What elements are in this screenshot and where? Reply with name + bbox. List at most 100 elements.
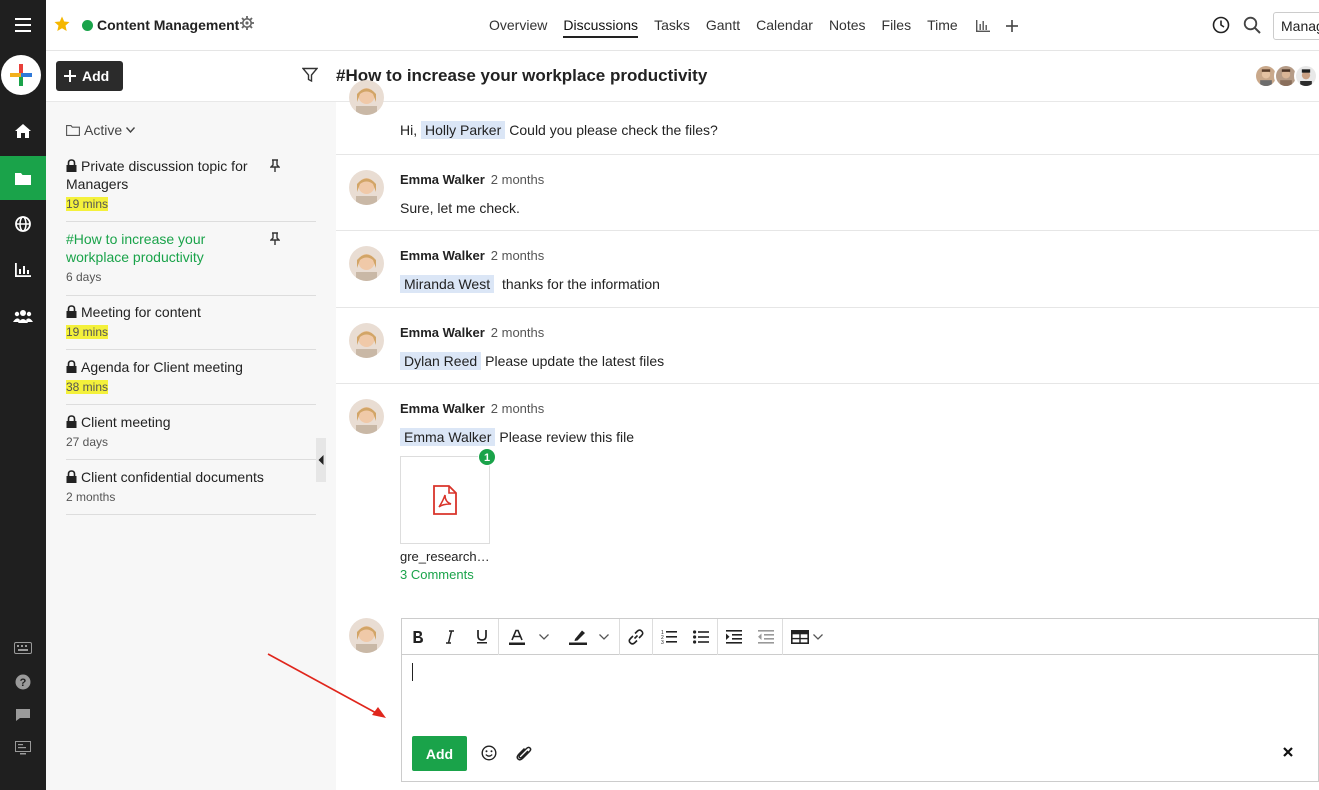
topic-time: 38 mins [66, 380, 109, 394]
top-bar: Content Management Overview Discussions … [46, 0, 1319, 51]
add-comment-button[interactable]: Add [412, 736, 467, 771]
author-name[interactable]: Emma Walker [400, 325, 485, 340]
topic-title: #How to increase your workplace producti… [336, 66, 708, 85]
search-icon[interactable] [1243, 16, 1261, 37]
message: Emma Walker 2 months Sure, let me check. [336, 155, 1319, 231]
project-tabs: Overview Discussions Tasks Gantt Calenda… [481, 0, 1024, 51]
message-time: 2 months [490, 401, 545, 416]
underline-icon[interactable] [466, 619, 498, 655]
avatar [349, 170, 384, 205]
user-mention[interactable]: Dylan Reed [400, 352, 482, 370]
message-text: Please update the latest files [485, 353, 665, 369]
avatar [349, 80, 384, 115]
avatar [1294, 64, 1318, 88]
text-color-picker[interactable] [499, 619, 559, 655]
user-mention[interactable]: Miranda West [400, 275, 495, 293]
globe-icon[interactable] [0, 202, 46, 246]
manage-dropdown[interactable]: Manage [1273, 12, 1319, 40]
indent-icon[interactable] [718, 619, 750, 655]
tab-gantt[interactable]: Gantt [698, 0, 748, 51]
topic-item[interactable]: Agenda for Client meeting 38 mins [66, 358, 316, 405]
topic-name-text: Agenda for Client meeting [81, 359, 243, 375]
lock-icon [66, 470, 77, 483]
home-icon[interactable] [0, 109, 46, 153]
collapse-sidebar-handle[interactable] [316, 438, 326, 482]
topic-item[interactable]: Private discussion topic for Managers 19… [66, 157, 316, 222]
status-filter-dropdown[interactable]: Active [66, 122, 136, 138]
keyboard-shortcuts-icon[interactable] [0, 632, 46, 664]
topic-name: Client confidential documents [66, 468, 306, 486]
tab-label: Discussions [563, 17, 639, 38]
tab-files[interactable]: Files [874, 0, 920, 51]
outdent-icon[interactable] [750, 619, 782, 655]
reports-chart-icon[interactable] [0, 248, 46, 292]
team-users-icon[interactable] [0, 294, 46, 338]
insert-link-icon[interactable] [620, 619, 652, 655]
pin-icon[interactable] [269, 232, 281, 248]
message-text: Sure, let me check. [400, 200, 520, 216]
project-settings-gear-icon[interactable] [240, 16, 254, 33]
filter-funnel-icon[interactable] [301, 67, 319, 86]
participant-avatars[interactable] [1254, 64, 1318, 88]
quick-add-button[interactable] [1, 55, 41, 95]
chat-bubble-icon[interactable] [0, 699, 46, 731]
highlight-color-picker[interactable] [559, 619, 619, 655]
topic-name-text: Meeting for content [81, 304, 201, 320]
topic-item[interactable]: Client confidential documents 2 months [66, 468, 316, 515]
projects-folder-icon[interactable] [0, 156, 46, 200]
attachment-file-name[interactable]: gre_research… [400, 549, 490, 564]
message-time: 2 months [490, 248, 545, 263]
screen-share-icon[interactable] [0, 732, 46, 764]
topic-name-text: Client meeting [81, 414, 171, 430]
project-name[interactable]: Content Management [97, 17, 239, 33]
add-tab-plus-icon[interactable] [1000, 0, 1024, 51]
attachment-file-card[interactable] [400, 456, 490, 544]
bullet-list-icon[interactable] [685, 619, 717, 655]
attach-paperclip-icon[interactable] [516, 745, 532, 765]
topic-item[interactable]: Client meeting 27 days [66, 413, 316, 460]
author-name[interactable]: Emma Walker [400, 248, 485, 263]
numbered-list-icon[interactable]: 123 [653, 619, 685, 655]
author-name[interactable]: Emma Walker [400, 401, 485, 416]
message-body: Hi, Holly Parker Could you please check t… [400, 121, 718, 139]
tab-reports-chart-icon[interactable] [966, 0, 1000, 51]
tab-discussions[interactable]: Discussions [555, 0, 646, 51]
close-editor-icon[interactable] [1282, 745, 1294, 761]
help-question-icon[interactable]: ? [0, 666, 46, 698]
italic-icon[interactable] [434, 619, 466, 655]
message-author: Emma Walker 2 months [400, 172, 544, 187]
caret-left-icon [318, 455, 324, 465]
chevron-down-icon [813, 633, 823, 640]
tab-calendar[interactable]: Calendar [748, 0, 821, 51]
insert-table-picker[interactable] [783, 619, 831, 655]
tab-overview[interactable]: Overview [481, 0, 555, 51]
author-name[interactable]: Emma Walker [400, 172, 485, 187]
topic-time: 19 mins [66, 197, 109, 211]
pin-icon[interactable] [269, 159, 281, 175]
user-mention[interactable]: Emma Walker [400, 428, 496, 446]
message-body: Dylan Reed Please update the latest files [400, 352, 665, 370]
favorite-star-icon[interactable] [54, 16, 70, 35]
emoji-smiley-icon[interactable] [481, 745, 497, 764]
bold-icon[interactable] [402, 619, 434, 655]
tab-tasks[interactable]: Tasks [646, 0, 698, 51]
tab-time[interactable]: Time [919, 0, 966, 51]
message-time: 2 months [490, 325, 545, 340]
user-mention[interactable]: Holly Parker [421, 121, 506, 139]
topic-item-active[interactable]: #How to increase your workplace producti… [66, 230, 316, 296]
topic-name-text: Private discussion topic for Managers [66, 158, 248, 192]
hamburger-menu-icon[interactable] [0, 3, 46, 47]
message: Hi, Holly Parker Could you please check t… [336, 80, 1319, 155]
tab-notes[interactable]: Notes [821, 0, 874, 51]
add-topic-label: Add [82, 68, 110, 84]
topic-name-text: Client confidential documents [81, 469, 264, 485]
add-topic-button[interactable]: Add [56, 61, 123, 91]
avatar [349, 323, 384, 358]
editor-toolbar: 123 [402, 618, 1319, 655]
tab-label: Gantt [705, 17, 741, 33]
timer-clock-icon[interactable] [1212, 16, 1230, 37]
attachment-comments-link[interactable]: 3 Comments [400, 567, 474, 582]
topic-item[interactable]: Meeting for content 19 mins [66, 303, 316, 350]
text-input-area[interactable] [412, 663, 413, 681]
annotation-arrow-icon [267, 653, 386, 718]
